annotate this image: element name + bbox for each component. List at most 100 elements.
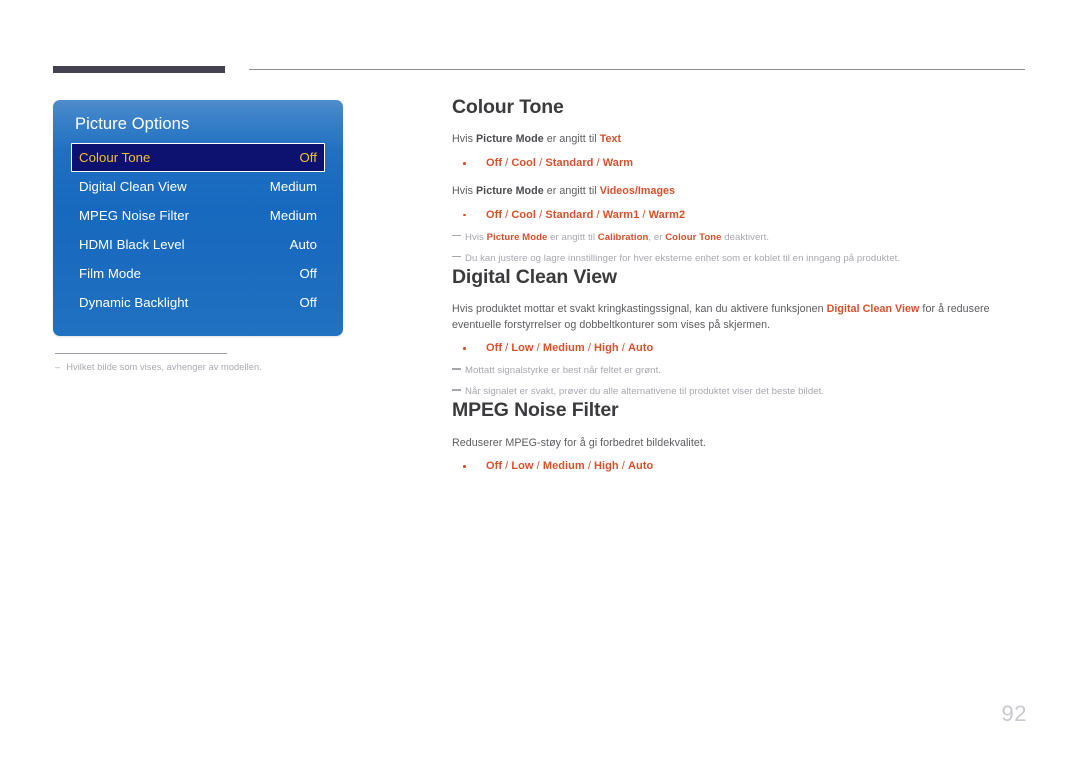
text-run-accent: Videos/Images: [599, 184, 676, 197]
footnote-divider: [55, 353, 227, 354]
text-run: Hvis: [452, 133, 476, 146]
text-run: , er: [648, 231, 666, 243]
option-value: Cool: [511, 156, 537, 169]
option-separator: /: [584, 460, 595, 473]
osd-row-label: Digital Clean View: [79, 179, 187, 194]
colour-tone-note-2: Du kan justere og lagre innstillinger fo…: [452, 252, 1027, 266]
text-run: er angitt til: [543, 184, 600, 197]
osd-row-label: Colour Tone: [79, 150, 151, 165]
option-separator: /: [593, 156, 603, 169]
section-title-digital-clean-view: Digital Clean View: [452, 265, 617, 288]
text-run-accent: Text: [599, 133, 622, 146]
option-separator: /: [536, 208, 546, 221]
text-run-bold: Picture Mode: [476, 184, 544, 197]
digital-clean-view-body: Hvis produktet mottar et svakt kringkast…: [452, 302, 1027, 333]
colour-tone-options-text: Off / Cool / Standard / Warm: [452, 155, 1027, 172]
option-value: Standard: [545, 156, 594, 169]
option-list-item: Off / Cool / Standard / Warm: [452, 155, 1027, 172]
header-rule: [249, 69, 1025, 70]
option-list-item: Off / Low / Medium / High / Auto: [452, 458, 1027, 475]
option-separator: /: [502, 156, 512, 169]
header-accent-bar: [53, 66, 225, 73]
digital-clean-view-options: Off / Low / Medium / High / Auto: [452, 340, 1027, 357]
text-run-accent: Colour Tone: [665, 231, 722, 243]
option-separator: /: [502, 208, 512, 221]
mpeg-noise-filter-options: Off / Low / Medium / High / Auto: [452, 458, 1027, 475]
section-colour-tone: Colour Tone Hvis Picture Mode er angitt …: [452, 96, 1027, 266]
text-run: Hvis: [452, 184, 476, 197]
osd-menu-panel: Picture Options Colour Tone Off Digital …: [53, 100, 343, 336]
option-value: Low: [511, 460, 534, 473]
osd-row-label: HDMI Black Level: [79, 237, 185, 252]
option-separator: /: [536, 156, 546, 169]
option-value: Standard: [545, 208, 594, 221]
option-list-item: Off / Cool / Standard / Warm1 / Warm2: [452, 207, 1027, 224]
option-separator: /: [618, 460, 629, 473]
option-value: Low: [511, 342, 534, 355]
option-value: Medium: [542, 460, 585, 473]
option-value: Auto: [628, 342, 654, 355]
osd-row-film-mode[interactable]: Film Mode Off: [71, 259, 325, 288]
text-run-accent: Picture Mode: [486, 231, 548, 243]
option-separator: /: [584, 342, 595, 355]
text-run-bold: Picture Mode: [476, 133, 544, 146]
osd-row-colour-tone[interactable]: Colour Tone Off: [71, 143, 325, 172]
mpeg-noise-filter-body: Reduserer MPEG-støy for å gi forbedret b…: [452, 436, 706, 449]
section-title-colour-tone: Colour Tone: [452, 96, 564, 118]
osd-row-value: Medium: [269, 208, 317, 223]
option-value: High: [594, 342, 619, 355]
option-separator: /: [533, 460, 543, 473]
option-separator: /: [502, 460, 512, 473]
osd-row-label: Film Mode: [79, 266, 142, 281]
osd-row-label: MPEG Noise Filter: [79, 208, 190, 223]
option-value: Cool: [511, 208, 537, 221]
osd-row-dynamic-backlight[interactable]: Dynamic Backlight Off: [71, 288, 325, 317]
digital-clean-view-note-2: Når signalet er svakt, prøver du alle al…: [452, 385, 1027, 399]
left-column: Picture Options Colour Tone Off Digital …: [53, 100, 343, 372]
colour-tone-options-video: Off / Cool / Standard / Warm1 / Warm2: [452, 207, 1027, 224]
osd-row-digital-clean-view[interactable]: Digital Clean View Medium: [71, 172, 325, 201]
text-run: Mottatt signalstyrke er best når feltet …: [465, 365, 662, 377]
option-separator: /: [618, 342, 629, 355]
text-run-accent: Digital Clean View: [826, 302, 920, 315]
digital-clean-view-note-1: Mottatt signalstyrke er best når feltet …: [452, 364, 1027, 378]
osd-row-label: Dynamic Backlight: [79, 295, 189, 310]
osd-menu-title: Picture Options: [75, 115, 190, 133]
option-value: Auto: [628, 460, 654, 473]
osd-row-value: Auto: [289, 237, 317, 252]
footnote-dash-icon: –: [55, 362, 61, 372]
osd-row-value: Off: [299, 295, 317, 310]
page-number: 92: [1001, 701, 1027, 726]
right-column: Colour Tone Hvis Picture Mode er angitt …: [452, 96, 1027, 475]
text-run: Hvis produktet mottar et svakt kringkast…: [452, 302, 827, 315]
option-value: Off: [486, 208, 503, 221]
option-value: Off: [486, 342, 503, 355]
colour-tone-condition-text-2: Hvis Picture Mode er angitt til Videos/I…: [452, 184, 1027, 200]
option-separator: /: [502, 342, 512, 355]
osd-footnote: – Hvilket bilde som vises, avhenger av m…: [55, 362, 343, 372]
section-mpeg-noise-filter: MPEG Noise Filter Reduserer MPEG-støy fo…: [452, 399, 1027, 475]
section-title-mpeg-noise-filter: MPEG Noise Filter: [452, 399, 619, 422]
option-value: Warm: [602, 156, 634, 169]
colour-tone-note-1: Hvis Picture Mode er angitt til Calibrat…: [452, 231, 1027, 245]
option-value: Warm2: [648, 208, 686, 221]
osd-menu-list: Colour Tone Off Digital Clean View Mediu…: [53, 143, 343, 317]
option-value: Medium: [542, 342, 585, 355]
option-value: High: [594, 460, 619, 473]
text-run: Du kan justere og lagre innstillinger fo…: [465, 252, 901, 264]
option-list-item: Off / Low / Medium / High / Auto: [452, 340, 1027, 357]
option-separator: /: [593, 208, 603, 221]
option-value: Off: [486, 460, 503, 473]
text-run: Når signalet er svakt, prøver du alle al…: [465, 386, 825, 398]
osd-row-value: Medium: [269, 179, 317, 194]
section-digital-clean-view: Digital Clean View Hvis produktet mottar…: [452, 266, 1027, 400]
text-run-accent: Calibration: [597, 231, 649, 243]
footnote-text: Hvilket bilde som vises, avhenger av mod…: [66, 362, 262, 372]
text-run: deaktivert.: [721, 231, 770, 243]
osd-row-mpeg-noise-filter[interactable]: MPEG Noise Filter Medium: [71, 201, 325, 230]
osd-row-hdmi-black-level[interactable]: HDMI Black Level Auto: [71, 230, 325, 259]
text-run: er angitt til: [547, 231, 598, 243]
text-run: Hvis: [465, 231, 487, 243]
osd-row-value: Off: [299, 150, 317, 165]
option-separator: /: [639, 208, 649, 221]
